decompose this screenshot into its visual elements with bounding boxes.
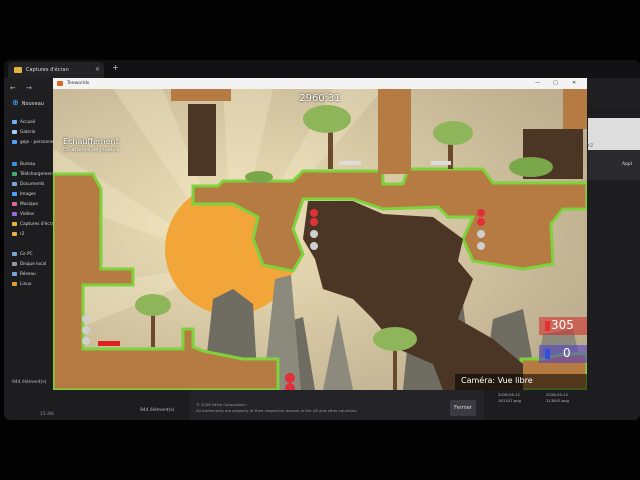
- plus-icon: ⊕: [12, 98, 19, 107]
- close-icon[interactable]: ✕: [572, 78, 576, 89]
- folder-icon: [14, 67, 22, 73]
- sidebar-item-icon: [12, 181, 17, 186]
- element-count-partial: 15 élé: [40, 412, 54, 417]
- sidebar-item-label: Bureau: [20, 162, 36, 167]
- sidebar-item-label: Galerie: [20, 130, 36, 135]
- file-date: 2026-09-12: [498, 392, 521, 397]
- game-scene: [53, 89, 587, 390]
- sidebar-item-icon: [12, 231, 17, 236]
- red-flag-icon: [545, 321, 550, 331]
- sidebar-item-icon: [12, 191, 17, 196]
- sidebar-item-icon: [12, 261, 17, 266]
- sidebar-item-icon: [12, 271, 17, 276]
- game-window-title: Teeworlds: [67, 81, 90, 86]
- explorer-sidebar: Accueil Galerie gojo - personnel Bureau Télé…: [12, 118, 58, 358]
- apply-button[interactable]: Appl: [622, 162, 632, 167]
- forward-arrow-icon[interactable]: →: [26, 84, 32, 92]
- sidebar-item-icon: [12, 171, 17, 176]
- copyright-line-2: All trademarks are property of their res…: [196, 408, 358, 413]
- sidebar-item-icon: [12, 221, 17, 226]
- sidebar-item-label: Images: [20, 192, 36, 197]
- new-tab-icon[interactable]: +: [112, 63, 119, 72]
- sidebar-item-icon: [12, 211, 17, 216]
- sidebar-item-icon: [12, 281, 17, 286]
- new-button[interactable]: ⊕ Nouveau: [12, 98, 44, 107]
- game-status-subtitle: En attente de joueurs: [63, 147, 120, 153]
- sidebar-item-icon: [12, 139, 17, 144]
- sidebar-item-label: Captures d'écran: [20, 222, 57, 227]
- sidebar-item-label: Réseau: [20, 272, 36, 277]
- back-arrow-icon[interactable]: ←: [10, 84, 16, 92]
- red-team-score: 305: [551, 318, 574, 332]
- right-side-panel-dark: [588, 150, 640, 180]
- explorer-tab-title: Captures d'écran: [26, 67, 69, 73]
- blue-flag-icon: [545, 349, 550, 359]
- maximize-icon[interactable]: □: [553, 78, 558, 89]
- minimize-icon[interactable]: —: [535, 78, 540, 89]
- sidebar-item-label: Ce PC: [20, 252, 33, 257]
- element-count-bottom: 944 élément(s): [140, 408, 175, 413]
- sidebar-item-icon: [12, 119, 17, 124]
- sidebar-item-icon: [12, 161, 17, 166]
- game-titlebar: Teeworlds — □ ✕: [53, 78, 587, 89]
- sidebar-item-icon: [12, 129, 17, 134]
- sidebar-item-label: Documents: [20, 182, 45, 187]
- close-tab-icon[interactable]: ✕: [95, 62, 100, 78]
- game-viewport[interactable]: 2960:31 Échauffement En attente de joueu…: [53, 89, 587, 390]
- file-date: 2026-09-12: [546, 392, 569, 397]
- round-timer: 2960:31: [299, 93, 341, 104]
- sidebar-item-label: Accueil: [20, 120, 36, 125]
- teeworlds-app-icon: [57, 81, 63, 86]
- game-status: Échauffement: [63, 137, 119, 146]
- explorer-tab[interactable]: Captures d'écran ✕: [8, 62, 104, 78]
- sidebar-item-label: Disque local: [20, 262, 47, 267]
- sidebar-item-label: Téléchargements: [20, 172, 57, 177]
- camera-mode-label: Caméra: Vue libre: [461, 376, 533, 385]
- file-name[interactable]: 181107.png: [498, 398, 521, 403]
- close-button[interactable]: Fermer: [450, 400, 476, 416]
- sidebar-item-icon: [12, 251, 17, 256]
- element-count: 944 élément(s): [12, 380, 47, 385]
- sidebar-item-label: Vidéos: [20, 212, 35, 217]
- sidebar-item-label: Linux: [20, 282, 32, 287]
- game-window: Teeworlds — □ ✕ 2960:31 Échauffement En …: [53, 78, 587, 390]
- right-panel-text: r2: [588, 143, 594, 149]
- file-list-fragment: 2026-09-12 181107.png 2026-09-12 213843.…: [486, 390, 636, 420]
- copyright-text: © 2026 Valve Corporation. All trademarks…: [196, 402, 396, 414]
- sidebar-item-label: gojo - personnel: [20, 140, 55, 145]
- file-name[interactable]: 213843.png: [546, 398, 569, 403]
- sidebar-item-icon: [12, 201, 17, 206]
- new-button-label: Nouveau: [21, 101, 44, 107]
- sidebar-item-label: r2: [20, 232, 25, 237]
- sidebar-item-label: Musique: [20, 202, 38, 207]
- blue-team-score: 0: [563, 346, 571, 360]
